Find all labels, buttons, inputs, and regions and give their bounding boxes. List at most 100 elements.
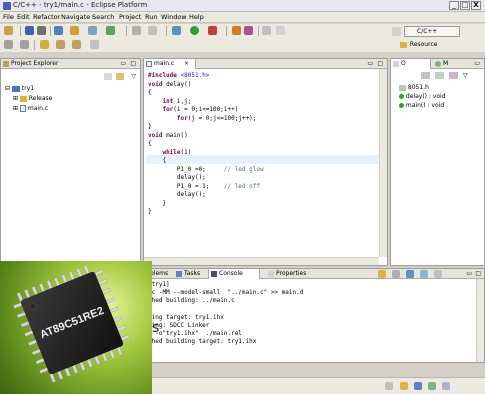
forward-icon[interactable] bbox=[72, 40, 81, 49]
new-class-icon[interactable] bbox=[70, 26, 79, 35]
toggle-icon[interactable] bbox=[262, 26, 271, 35]
back-icon[interactable] bbox=[56, 40, 65, 49]
format-icon[interactable] bbox=[276, 26, 285, 35]
console-tab[interactable]: Console bbox=[208, 269, 260, 279]
make-targets-tab[interactable]: M bbox=[433, 59, 459, 69]
menu-edit[interactable]: Edit bbox=[17, 13, 30, 21]
outline-item-main[interactable]: main() : void bbox=[399, 102, 444, 109]
code-line[interactable]: while(1) bbox=[148, 149, 264, 158]
outline-menu-icon[interactable]: ▽ bbox=[463, 72, 468, 79]
view-menu-icon[interactable]: ▽ bbox=[131, 73, 136, 80]
link-editor-icon[interactable] bbox=[116, 73, 124, 80]
tasks-tab[interactable]: Tasks bbox=[174, 269, 212, 279]
code-line[interactable]: for(i = 0;i<=100;i++) bbox=[148, 106, 264, 115]
heap-icon[interactable] bbox=[414, 382, 422, 390]
menu-window[interactable]: Window bbox=[161, 13, 187, 21]
minimize-editor-icon[interactable]: ▭ bbox=[367, 60, 373, 67]
display-console-icon[interactable] bbox=[420, 270, 428, 278]
tree-item-release[interactable]: ⊞ Release bbox=[13, 95, 52, 102]
code-line[interactable]: for(j = 0;j<=100;j++); bbox=[148, 115, 264, 124]
code-line[interactable]: int i,j; bbox=[148, 98, 264, 107]
problems-tab[interactable]: blems bbox=[150, 270, 168, 277]
next-annotation-icon[interactable] bbox=[20, 40, 29, 49]
menu-file[interactable]: File bbox=[3, 13, 14, 21]
code-token: void bbox=[148, 80, 163, 88]
console-lock-icon[interactable] bbox=[378, 270, 386, 278]
editor-tab-main-c[interactable]: main.c × bbox=[144, 59, 196, 69]
menu-navigate[interactable]: Navigate bbox=[61, 13, 90, 21]
code-line[interactable]: } bbox=[148, 200, 264, 209]
menu-search[interactable]: Search bbox=[92, 13, 114, 21]
external-tools-icon[interactable] bbox=[208, 26, 217, 35]
prev-annotation-icon[interactable] bbox=[4, 40, 13, 49]
fast-view-icon[interactable] bbox=[385, 382, 393, 390]
minimize-console-icon[interactable]: ▭ bbox=[466, 270, 472, 277]
save-icon[interactable] bbox=[25, 26, 34, 35]
minimize-view-icon[interactable]: ▭ bbox=[120, 60, 126, 67]
c-file-icon bbox=[146, 61, 152, 67]
collapse-all-icon[interactable] bbox=[104, 73, 112, 80]
menu-project[interactable]: Project bbox=[119, 13, 141, 21]
maximize-button[interactable]: □ bbox=[460, 1, 470, 10]
tree-item-main-c[interactable]: ⊞ main.c bbox=[13, 105, 48, 112]
new-source-icon[interactable] bbox=[88, 26, 97, 35]
hide-static-icon[interactable] bbox=[449, 72, 458, 79]
menu-refactor[interactable]: Refactor bbox=[33, 13, 60, 21]
maximize-editor-icon[interactable]: □ bbox=[377, 60, 383, 67]
code-line[interactable]: void delay() bbox=[148, 81, 264, 90]
refresh-icon[interactable] bbox=[148, 26, 157, 35]
maximize-console-icon[interactable]: □ bbox=[475, 270, 481, 277]
new-header-icon[interactable] bbox=[106, 26, 115, 35]
run-icon[interactable] bbox=[190, 26, 199, 35]
outline-tab[interactable]: O bbox=[391, 59, 431, 69]
console-vertical-scrollbar[interactable] bbox=[476, 279, 484, 362]
search-icon[interactable] bbox=[132, 26, 141, 35]
minimize-outline-icon[interactable]: ▭ bbox=[474, 60, 480, 67]
editor-horizontal-scrollbar[interactable] bbox=[144, 257, 379, 265]
outline-item-header[interactable]: 8051.h bbox=[399, 84, 429, 91]
project-explorer-tab[interactable]: Project Explorer ▭ □ bbox=[1, 59, 140, 69]
clear-console-icon[interactable] bbox=[392, 270, 400, 278]
menu-help[interactable]: Help bbox=[189, 13, 204, 21]
minimize-button[interactable]: _ bbox=[449, 1, 459, 10]
outline-item-delay[interactable]: delay() : void bbox=[399, 93, 446, 100]
properties-tab[interactable]: Properties bbox=[266, 269, 322, 279]
new-icon[interactable] bbox=[4, 26, 13, 35]
code-line[interactable]: { bbox=[148, 89, 264, 98]
code-line[interactable]: { bbox=[148, 140, 264, 149]
debug-icon[interactable] bbox=[172, 26, 181, 35]
code-line[interactable]: P1_0 = 1; // led off bbox=[148, 183, 264, 192]
close-tab-icon[interactable]: × bbox=[184, 60, 189, 67]
trim-icon[interactable] bbox=[428, 382, 436, 390]
perspective-resource-button[interactable]: Resource bbox=[400, 41, 437, 48]
code-line[interactable]: } bbox=[148, 123, 264, 132]
print-icon[interactable] bbox=[37, 26, 46, 35]
close-button[interactable]: X bbox=[471, 1, 481, 10]
open-console-icon[interactable] bbox=[434, 270, 442, 278]
code-line[interactable]: void main() bbox=[148, 132, 264, 141]
build-icon[interactable] bbox=[54, 26, 63, 35]
tree-item-project[interactable]: ⊟ try1 bbox=[5, 85, 34, 92]
code-line[interactable]: delay(); bbox=[148, 174, 264, 183]
code-text-area[interactable]: #include <8051.h> void delay(){ int i,j; … bbox=[148, 72, 264, 217]
last-edit-icon[interactable] bbox=[40, 40, 49, 49]
restore-icon[interactable] bbox=[442, 382, 450, 390]
progress-icon[interactable] bbox=[400, 382, 408, 390]
code-token: #include bbox=[148, 72, 181, 79]
code-line[interactable]: P1_0 =0; // led glow bbox=[148, 166, 264, 175]
code-line[interactable]: } bbox=[148, 208, 264, 217]
code-line[interactable]: #include <8051.h> bbox=[148, 72, 264, 81]
pin-console-icon[interactable] bbox=[406, 270, 414, 278]
code-line[interactable]: delay(); bbox=[148, 191, 264, 200]
menu-run[interactable]: Run bbox=[145, 13, 157, 21]
maximize-view-icon[interactable]: □ bbox=[130, 60, 136, 67]
hide-fields-icon[interactable] bbox=[435, 72, 444, 79]
open-type-icon[interactable] bbox=[232, 26, 241, 35]
perspective-cpp-button[interactable]: C/C++ bbox=[404, 26, 460, 37]
open-perspective-icon[interactable] bbox=[392, 27, 401, 36]
sort-icon[interactable] bbox=[421, 72, 430, 79]
editor-vertical-scrollbar[interactable] bbox=[379, 69, 387, 257]
mark-icon[interactable] bbox=[244, 26, 253, 35]
forward-dropdown-icon[interactable] bbox=[90, 40, 99, 49]
code-line[interactable]: { bbox=[148, 157, 264, 166]
